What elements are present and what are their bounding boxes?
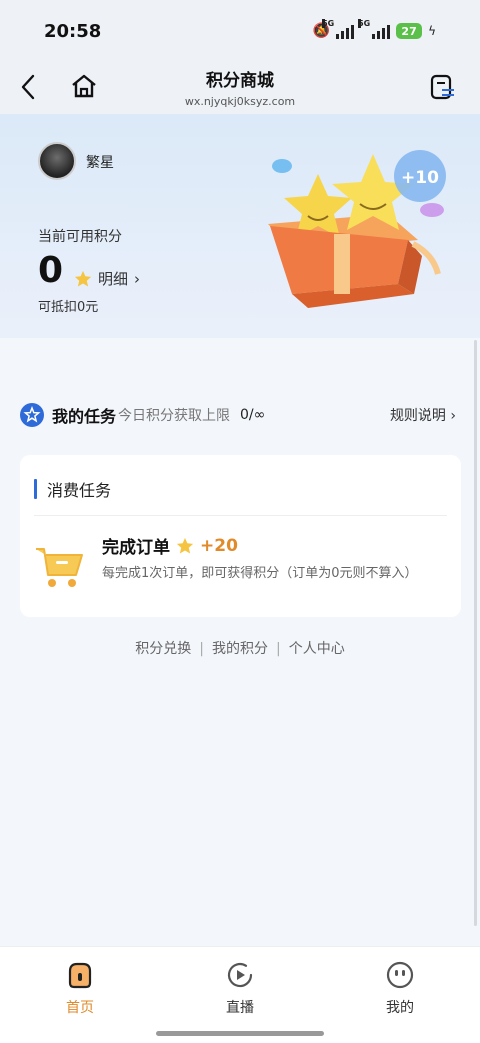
task-header: 我的任务 今日积分获取上限 0/∞ 规则说明 › bbox=[20, 402, 460, 428]
footer-link-profile[interactable]: 个人中心 bbox=[281, 641, 353, 657]
tab-label: 直播 bbox=[226, 1000, 254, 1016]
battery-icon: 27 bbox=[396, 23, 423, 39]
deduct-text: 可抵扣0元 bbox=[38, 300, 99, 315]
bottom-tab-bar: 首页 直播 我的 bbox=[0, 946, 480, 1043]
star-icon bbox=[176, 537, 194, 554]
signal-icon: 5G bbox=[358, 19, 391, 39]
tab-live[interactable]: 直播 bbox=[200, 959, 280, 1017]
gift-badge: +10 bbox=[401, 168, 439, 188]
signal-icon: 5G bbox=[322, 19, 355, 39]
divider bbox=[34, 515, 447, 516]
today-limit-value: 0/∞ bbox=[240, 407, 266, 423]
status-icons: 🔕 5G 5G 27 ϟ bbox=[313, 19, 436, 39]
points-value: 0 bbox=[38, 250, 64, 291]
rules-label: 规则说明 bbox=[389, 408, 446, 424]
complete-order-task[interactable]: 完成订单 +20 bbox=[102, 533, 238, 559]
star-icon bbox=[74, 270, 92, 287]
home-icon[interactable] bbox=[70, 72, 98, 100]
network-type-label: 5G bbox=[358, 19, 371, 28]
divider: | bbox=[276, 641, 281, 657]
scrollbar[interactable] bbox=[474, 340, 477, 926]
footer-link-exchange[interactable]: 积分兑换 bbox=[127, 641, 199, 657]
today-limit-label: 今日积分获取上限 bbox=[118, 408, 231, 424]
section-title: 消费任务 bbox=[47, 481, 112, 500]
network-type-label: 5G bbox=[322, 19, 335, 28]
back-icon[interactable] bbox=[16, 72, 42, 102]
page-url: wx.njyqkj0ksyz.com bbox=[184, 95, 296, 108]
section-heading: 消费任务 bbox=[34, 477, 111, 501]
order-description: 每完成1次订单，即可获得积分（订单为0元则不算入） bbox=[102, 566, 418, 581]
points-hero: 繁星 当前可用积分 0 明细 › 可抵扣0元 +10 bbox=[0, 114, 480, 338]
task-title: 我的任务 bbox=[52, 407, 117, 426]
section-accent-bar bbox=[34, 479, 37, 499]
chevron-right-icon: › bbox=[450, 408, 456, 424]
tab-label: 首页 bbox=[66, 1000, 94, 1016]
nav-bar: 积分商城 wx.njyqkj0ksyz.com bbox=[0, 62, 480, 114]
username: 繁星 bbox=[86, 155, 114, 171]
footer-links: 积分兑换 | 我的积分 | 个人中心 bbox=[0, 638, 480, 658]
status-bar: 20:58 🔕 5G 5G 27 ϟ bbox=[0, 0, 480, 62]
live-play-icon bbox=[227, 962, 253, 988]
points-label: 当前可用积分 bbox=[38, 229, 122, 245]
rules-link[interactable]: 规则说明 › bbox=[390, 405, 456, 425]
consumption-task-card: 消费任务 完成订单 +20 每完成1次订单，即可获得积分（订单为0元则不算入） bbox=[20, 455, 461, 617]
menu-icon[interactable] bbox=[428, 72, 458, 102]
tab-mine[interactable]: 我的 bbox=[360, 959, 440, 1017]
detail-label: 明细 bbox=[98, 270, 129, 288]
avatar[interactable] bbox=[38, 142, 76, 180]
home-tab-icon bbox=[68, 962, 92, 989]
home-indicator bbox=[156, 1031, 324, 1036]
gift-box-illustration: +10 bbox=[268, 150, 446, 308]
task-badge-icon bbox=[20, 403, 44, 427]
chevron-right-icon: › bbox=[134, 269, 141, 288]
tab-label: 我的 bbox=[386, 1000, 414, 1016]
order-points: +20 bbox=[200, 535, 238, 556]
shopping-cart-icon bbox=[36, 548, 83, 587]
profile-face-icon bbox=[386, 961, 414, 989]
status-time: 20:58 bbox=[44, 20, 102, 42]
page-title: 积分商城 bbox=[206, 71, 274, 91]
footer-link-my-points[interactable]: 我的积分 bbox=[204, 641, 276, 657]
nav-title-block: 积分商城 wx.njyqkj0ksyz.com bbox=[120, 66, 360, 108]
points-detail-link[interactable]: 明细 › bbox=[74, 268, 140, 289]
tab-home[interactable]: 首页 bbox=[40, 959, 120, 1017]
charging-icon: ϟ bbox=[428, 24, 436, 38]
order-title: 完成订单 bbox=[102, 538, 170, 558]
